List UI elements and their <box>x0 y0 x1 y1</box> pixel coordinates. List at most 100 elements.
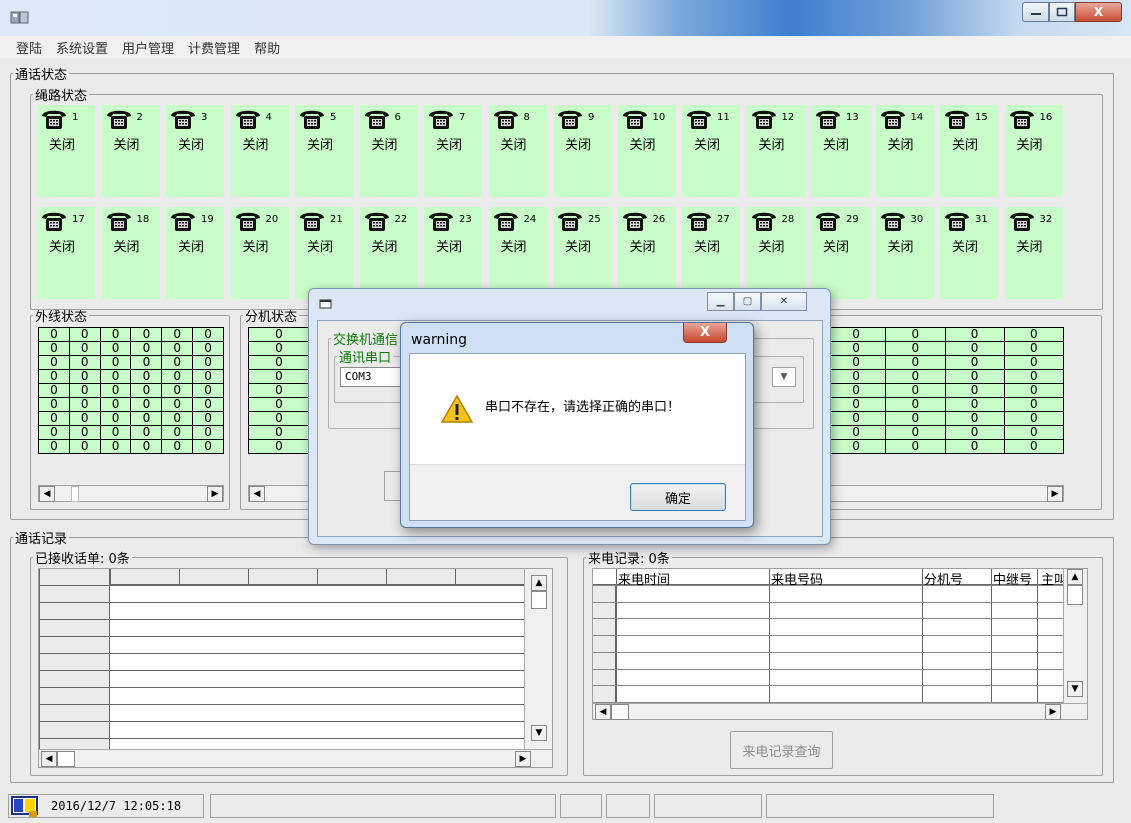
table-column-line <box>110 569 111 585</box>
line-number: 15 <box>975 112 988 123</box>
phone-icon <box>235 110 260 129</box>
line-tile[interactable]: 18 关闭 <box>101 207 160 299</box>
scroll-thumb[interactable] <box>57 751 75 767</box>
phone-icon <box>558 212 582 231</box>
line-tile[interactable]: 20 关闭 <box>230 207 289 299</box>
line-tile[interactable]: 11 关闭 <box>682 105 740 197</box>
extension-scrollbar-left[interactable]: ◀ <box>248 485 310 502</box>
line-tile[interactable]: 10 关闭 <box>617 105 676 197</box>
extension-grid-right: 000000000000000000000000000000000000 <box>825 327 1065 454</box>
line-tile[interactable]: 4 关闭 <box>230 105 289 197</box>
minimize-button[interactable] <box>1022 2 1049 22</box>
line-tile[interactable]: 27 关闭 <box>682 207 740 299</box>
scroll-down-button[interactable]: ▼ <box>531 725 547 741</box>
status-cell: 0 <box>161 383 194 398</box>
table-row-header <box>39 569 110 749</box>
scroll-thumb[interactable] <box>71 486 79 502</box>
received-vertical-scrollbar[interactable]: ▲ ▼ <box>524 569 552 749</box>
status-cell: 0 <box>885 355 946 370</box>
menu-user-management[interactable]: 用户管理 <box>122 38 174 57</box>
line-tile[interactable]: 32 关闭 <box>1004 207 1063 299</box>
status-cell: 0 <box>99 355 132 370</box>
incoming-query-button[interactable]: 来电记录查询 <box>730 731 833 769</box>
scroll-left-button[interactable]: ◀ <box>595 704 611 720</box>
phone-icon <box>171 212 195 231</box>
scroll-left-button[interactable]: ◀ <box>249 486 265 502</box>
scroll-left-button[interactable]: ◀ <box>41 751 57 767</box>
line-number: 10 <box>652 112 666 123</box>
line-tile[interactable]: 12 关闭 <box>746 105 805 197</box>
scroll-down-button[interactable]: ▼ <box>1067 681 1083 697</box>
line-tile[interactable]: 16 关闭 <box>1004 105 1063 197</box>
ok-button[interactable]: 确定 <box>630 483 726 511</box>
menu-billing[interactable]: 计费管理 <box>188 38 240 57</box>
scroll-thumb[interactable] <box>1067 585 1083 605</box>
line-tile[interactable]: 3 关闭 <box>166 105 224 197</box>
status-cell: 0 <box>248 369 310 384</box>
line-state: 关闭 <box>565 240 592 255</box>
line-tile[interactable]: 5 关闭 <box>295 105 353 197</box>
line-tile[interactable]: 26 关闭 <box>617 207 676 299</box>
line-tile[interactable]: 19 关闭 <box>166 207 224 299</box>
line-tile[interactable]: 6 关闭 <box>359 105 418 197</box>
maximize-button[interactable] <box>1049 2 1075 22</box>
received-table[interactable]: ▲ ▼ ◀ ▶ <box>38 568 553 768</box>
incoming-horizontal-scrollbar[interactable]: ◀ ▶ <box>593 703 1087 720</box>
comm-port-dropdown[interactable]: ▼ <box>772 367 796 387</box>
line-number: 12 <box>781 112 795 123</box>
phone-icon <box>816 212 840 231</box>
scroll-thumb[interactable] <box>531 591 547 609</box>
close-button[interactable]: X <box>1075 2 1122 22</box>
scroll-right-button[interactable]: ▶ <box>515 751 531 767</box>
line-tile[interactable]: 24 关闭 <box>488 207 547 299</box>
scroll-right-button[interactable]: ▶ <box>207 486 223 502</box>
line-tile[interactable]: 28 关闭 <box>746 207 805 299</box>
extension-scrollbar-right[interactable]: ▶ <box>826 485 1064 502</box>
line-tile[interactable]: 22 关闭 <box>359 207 418 299</box>
line-tile[interactable]: 14 关闭 <box>875 105 934 197</box>
line-tile[interactable]: 2 关闭 <box>101 105 160 197</box>
line-tile[interactable]: 29 关闭 <box>811 207 869 299</box>
warning-close-button[interactable]: X <box>683 323 727 343</box>
close-icon: X <box>699 325 711 340</box>
status-cell: 0 <box>885 411 946 426</box>
line-tile[interactable]: 21 关闭 <box>295 207 353 299</box>
status-cell: 0 <box>1003 341 1065 356</box>
received-horizontal-scrollbar[interactable]: ◀ ▶ <box>39 749 552 767</box>
outer-line-scrollbar[interactable]: ◀ ▶ <box>38 485 224 502</box>
scroll-right-button[interactable]: ▶ <box>1047 486 1063 502</box>
line-tile[interactable]: 17 关闭 <box>37 207 95 299</box>
line-tile[interactable]: 23 关闭 <box>424 207 482 299</box>
phone-icon <box>493 212 518 231</box>
scroll-left-button[interactable]: ◀ <box>39 486 55 502</box>
line-tile[interactable]: 13 关闭 <box>811 105 869 197</box>
incoming-query-label: 来电记录查询 <box>742 744 821 760</box>
dialog-close-button[interactable]: ✕ <box>761 292 807 311</box>
chevron-right-icon: ▶ <box>1049 707 1057 717</box>
line-tile[interactable]: 25 关闭 <box>553 207 611 299</box>
line-tile[interactable]: 15 关闭 <box>940 105 998 197</box>
line-tile[interactable]: 9 关闭 <box>553 105 611 197</box>
line-tile[interactable]: 30 关闭 <box>875 207 934 299</box>
menu-system-settings[interactable]: 系统设置 <box>56 38 108 57</box>
status-cell: 0 <box>248 411 310 426</box>
menu-help[interactable]: 帮助 <box>254 38 280 57</box>
chevron-down-icon: ▼ <box>780 372 788 382</box>
line-tile[interactable]: 7 关闭 <box>424 105 482 197</box>
line-tile[interactable]: 31 关闭 <box>940 207 998 299</box>
dialog-maximize-button[interactable]: ▢ <box>734 292 761 311</box>
status-panel-datetime: 2016/12/7 12:05:18 <box>8 794 204 818</box>
status-cell: 0 <box>161 327 194 342</box>
incoming-vertical-scrollbar[interactable]: ▲ ▼ <box>1063 569 1087 703</box>
line-tile[interactable]: 1 关闭 <box>37 105 95 197</box>
dialog-minimize-button[interactable]: ▁ <box>707 292 734 311</box>
scroll-up-button[interactable]: ▲ <box>1067 569 1083 585</box>
line-tile[interactable]: 8 关闭 <box>488 105 547 197</box>
scroll-right-button[interactable]: ▶ <box>1045 704 1061 720</box>
menu-login[interactable]: 登陆 <box>16 38 42 57</box>
table-column-line <box>248 569 249 585</box>
scroll-thumb[interactable] <box>611 704 629 720</box>
incoming-table[interactable]: 来电时间 来电号码 分机号 中继号 主叫 ▲ ▼ ◀ ▶ <box>592 568 1088 720</box>
line-state: 关闭 <box>887 240 914 255</box>
scroll-up-button[interactable]: ▲ <box>531 575 547 591</box>
